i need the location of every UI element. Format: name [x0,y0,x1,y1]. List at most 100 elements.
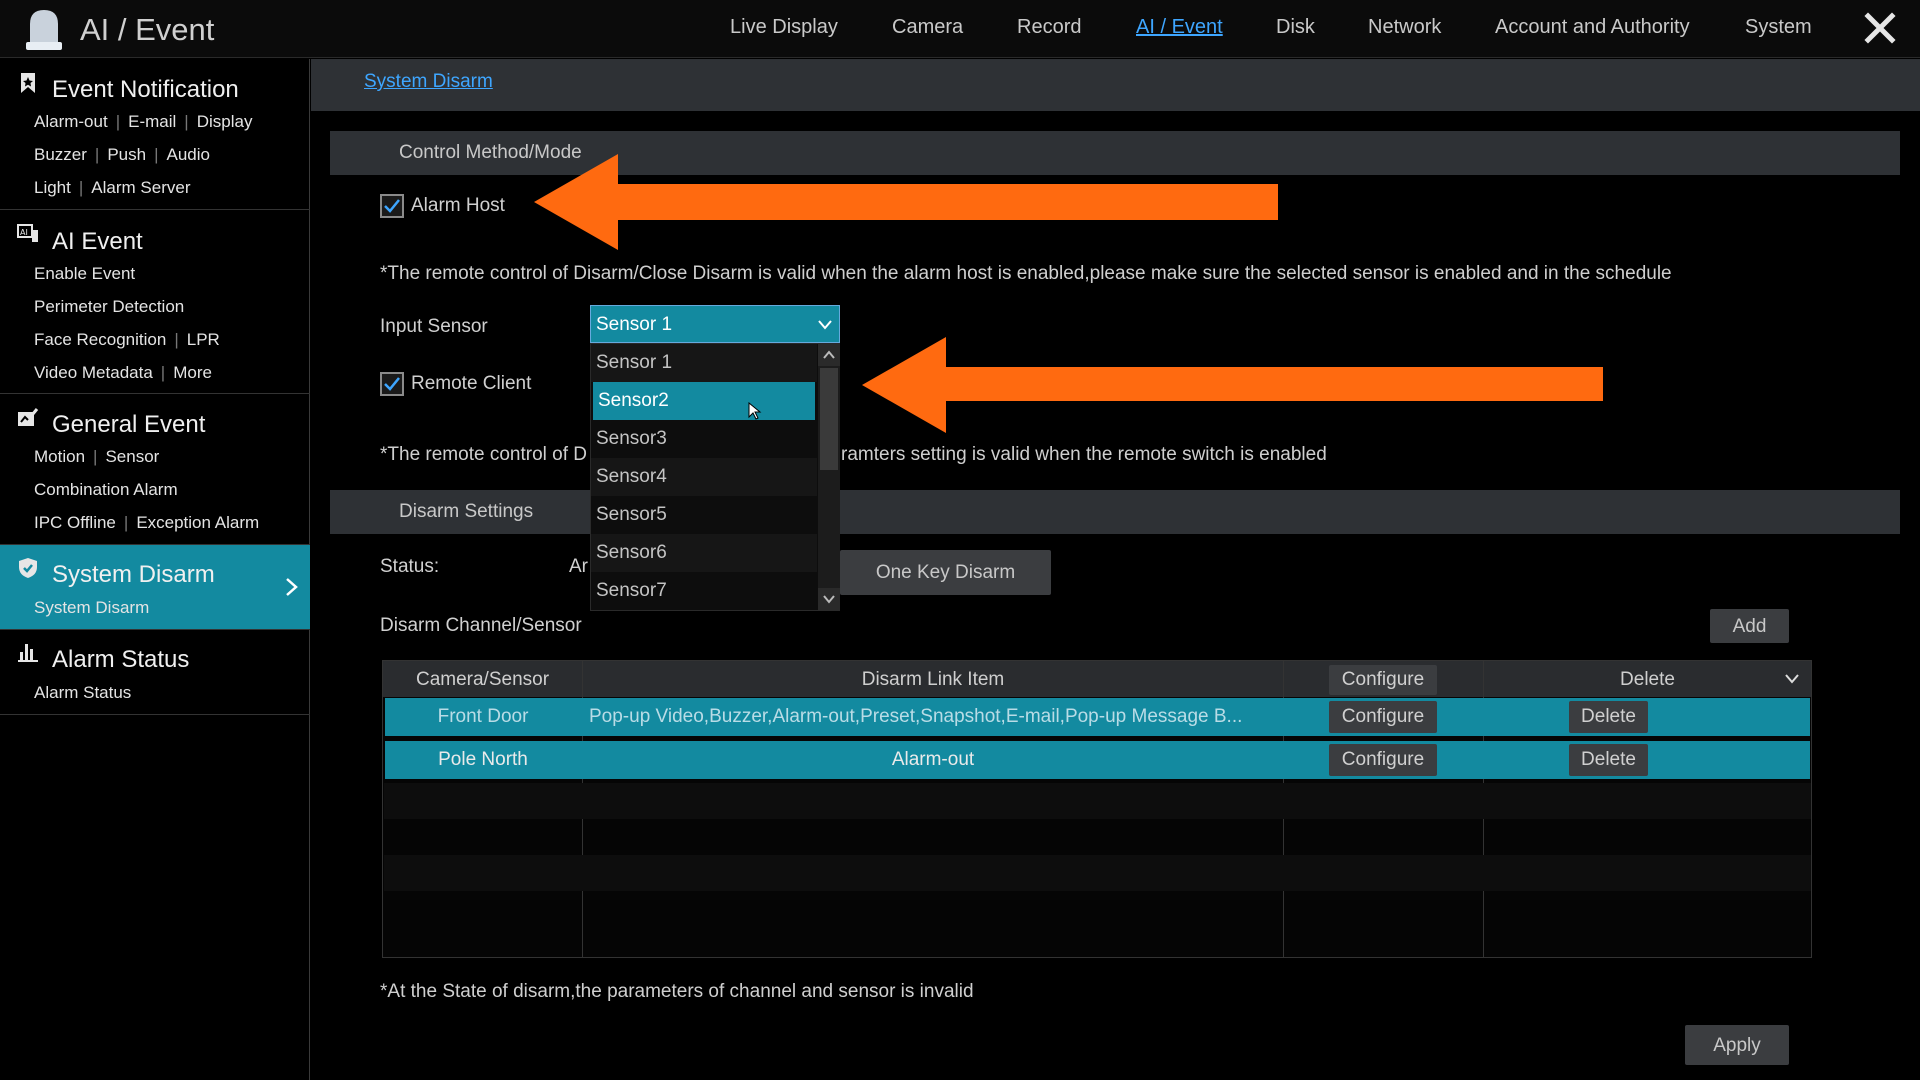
delete-button[interactable]: Delete [1569,744,1648,776]
general-event-icon [18,408,39,426]
sidebar-row: IPC Offline | Exception Alarm [34,513,260,532]
sidebar-item-video-metadata[interactable]: Video Metadata [34,363,153,382]
sensor-option[interactable]: Sensor5 [591,496,817,534]
disarm-table: Camera/Sensor Disarm Link Item Configure… [382,660,1812,958]
sensor-option[interactable]: Sensor 1 [591,344,817,382]
cell-camera: Pole North [438,749,528,770]
alarm-host-checkbox[interactable] [380,194,404,218]
sensor-option[interactable]: Sensor6 [591,534,817,572]
remote-client-checkbox[interactable] [380,372,404,396]
sidebar-item-alarm-server[interactable]: Alarm Server [91,178,190,197]
sidebar-item-exception-alarm[interactable]: Exception Alarm [136,513,259,532]
nav-network[interactable]: Network [1368,16,1441,39]
configure-button[interactable]: Configure [1329,701,1437,733]
scroll-thumb[interactable] [820,368,838,470]
sidebar-title-system-disarm[interactable]: System Disarm [52,561,215,589]
input-sensor-select[interactable]: Sensor 1 [590,305,840,343]
table-row[interactable]: Front Door Pop-up Video,Buzzer,Alarm-out… [385,698,1810,736]
sensor-option[interactable]: Sensor3 [591,420,817,458]
column-header-configure: Configure [1284,661,1483,697]
checkmark-icon [384,377,400,391]
apply-button[interactable]: Apply [1685,1025,1789,1065]
sidebar-item-lpr[interactable]: LPR [187,330,220,349]
sidebar-group-event-notification: Event Notification Alarm-out | E-mail | Disp… [0,59,310,210]
sidebar-row: Light | Alarm Server [34,178,191,197]
bar-chart-icon [18,644,38,662]
add-button[interactable]: Add [1710,609,1789,643]
alarm-host-note: *The remote control of Disarm/Close Disa… [380,263,1672,284]
sensor-option[interactable]: Sensor7 [591,572,817,610]
sidebar-item-audio[interactable]: Audio [167,145,210,164]
sidebar-item-alarm-out[interactable]: Alarm-out [34,112,108,131]
sidebar-title-alarm-status[interactable]: Alarm Status [52,646,189,674]
chevron-up-icon [823,350,835,359]
nav-camera[interactable]: Camera [892,16,963,39]
nav-system[interactable]: System [1745,16,1812,39]
breadcrumb[interactable]: System Disarm [364,71,493,93]
input-sensor-value: Sensor 1 [596,314,673,335]
sensor-option-hover[interactable]: Sensor2 [593,382,815,420]
sidebar-group-general-event: General Event Motion | Sensor Combination … [0,394,310,545]
empty-row [384,783,1811,819]
chevron-down-icon [823,595,835,604]
nav-record[interactable]: Record [1017,16,1081,39]
checkmark-icon [384,199,400,213]
chevron-down-icon[interactable] [1784,673,1800,685]
configure-all-button[interactable]: Configure [1329,665,1437,695]
cell-link-item: Pop-up Video,Buzzer,Alarm-out,Preset,Sna… [589,706,1243,727]
empty-row [384,891,1811,927]
sidebar-item-alarm-status[interactable]: Alarm Status [34,683,131,703]
sidebar-group-alarm-status: Alarm Status Alarm Status [0,630,310,715]
sidebar-item-face-recognition[interactable]: Face Recognition [34,330,166,349]
table-row[interactable]: Pole North Alarm-out Configure Delete [385,741,1810,779]
sidebar-row: Video Metadata | More [34,363,212,382]
sidebar-item-more[interactable]: More [173,363,212,382]
scroll-up-button[interactable] [818,344,840,366]
configure-button[interactable]: Configure [1329,744,1437,776]
nav-account-and-authority[interactable]: Account and Authority [1495,16,1690,39]
input-sensor-label: Input Sensor [380,316,488,337]
sidebar-title-ai-event[interactable]: AI Event [52,228,143,256]
sidebar-item-motion[interactable]: Motion [34,447,85,466]
scroll-down-button[interactable] [818,588,840,610]
close-icon[interactable] [1862,10,1898,46]
sidebar-title-event-notification[interactable]: Event Notification [52,76,239,104]
column-header-delete: Delete [1484,661,1811,697]
sidebar-item-ipc-offline[interactable]: IPC Offline [34,513,116,532]
annotation-arrow-sensor2 [862,337,1603,433]
empty-row [384,819,1811,855]
sidebar-item-email[interactable]: E-mail [128,112,176,131]
nav-disk[interactable]: Disk [1276,16,1315,39]
bookmark-icon [21,73,35,93]
svg-text:AI: AI [20,228,28,237]
sidebar-item-sensor[interactable]: Sensor [105,447,159,466]
nav-live-display[interactable]: Live Display [730,16,838,39]
chevron-down-icon [818,320,832,330]
sidebar-row: Motion | Sensor [34,447,160,466]
sidebar-title-general-event[interactable]: General Event [52,411,205,439]
delete-button[interactable]: Delete [1569,701,1648,733]
sidebar-item-light[interactable]: Light [34,178,71,197]
sidebar-item-buzzer[interactable]: Buzzer [34,145,87,164]
remote-client-label: Remote Client [411,373,532,394]
sensor-option[interactable]: Sensor4 [591,458,817,496]
nav-ai-event[interactable]: AI / Event [1136,16,1223,39]
status-label: Status: [380,556,440,577]
sidebar-row: Face Recognition | LPR [34,330,220,349]
column-header-camera-sensor: Camera/Sensor [383,661,582,697]
sidebar-item-push[interactable]: Push [107,145,146,164]
sidebar-item-system-disarm[interactable]: System Disarm [34,598,149,618]
section-header-disarm: Disarm Settings [330,490,1900,534]
cursor-icon [748,402,762,420]
cell-link-item: Alarm-out [891,749,975,770]
sidebar-item-combination-alarm[interactable]: Combination Alarm [34,480,178,500]
empty-row [384,855,1811,891]
sidebar-item-display[interactable]: Display [197,112,253,131]
shield-icon [19,558,37,578]
sidebar-item-enable-event[interactable]: Enable Event [34,264,135,284]
sidebar-item-perimeter-detection[interactable]: Perimeter Detection [34,297,184,317]
one-key-disarm-button[interactable]: One Key Disarm [840,550,1051,595]
column-header-delete-label: Delete [1620,669,1675,690]
dropdown-scrollbar[interactable] [818,344,840,610]
sidebar-group-ai-event: AI AI Event Enable Event Perimeter Detec… [0,210,310,394]
